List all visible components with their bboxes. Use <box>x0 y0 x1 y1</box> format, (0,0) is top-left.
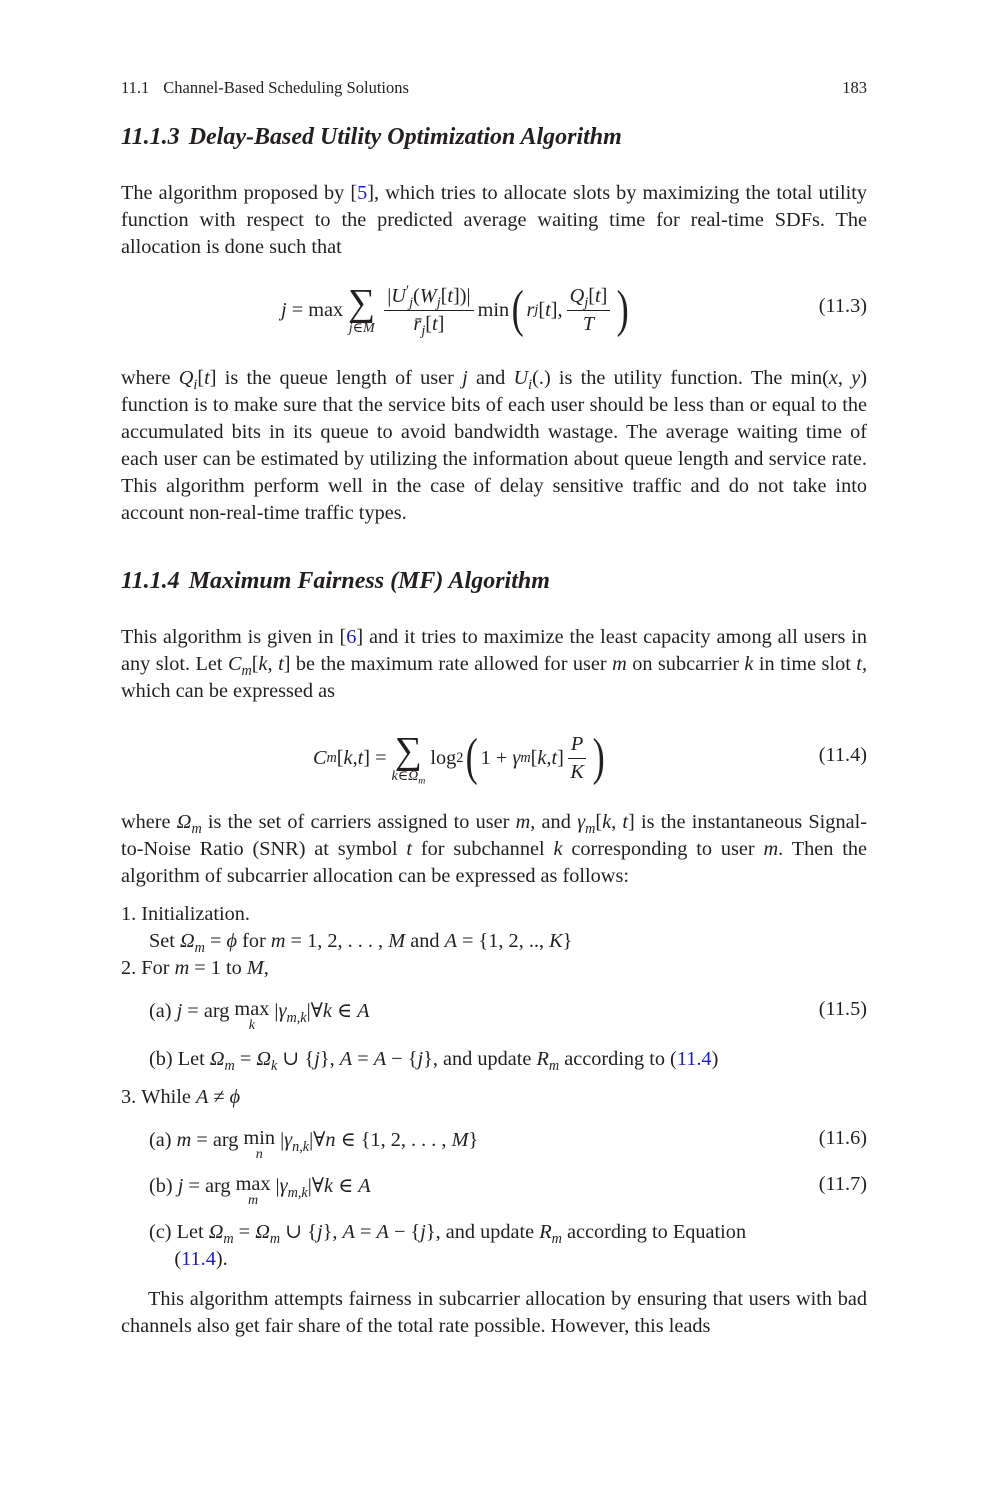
summation-symbol: ∑ k∈Ωm <box>391 729 426 786</box>
summation-symbol: ∑ j∈M <box>348 281 376 336</box>
paragraph-delay-explanation: where Qi[t] is the queue length of user … <box>121 367 867 524</box>
equation-link-11-4[interactable]: 11.4 <box>677 1048 712 1070</box>
page-number: 183 <box>842 78 867 97</box>
section-heading-11-1-4: 11.1.4 Maximum Fairness (MF) Algorithm <box>121 568 550 594</box>
step-3a: (a) m = arg min n |γn,k|∀n ∈ {1, 2, . . .… <box>149 1127 867 1162</box>
paragraph-delay-intro: The algorithm proposed by [5], which tri… <box>121 182 867 258</box>
equation-11-4: Cm[k, t] = ∑ k∈Ωm log 2 ( 1 + γ m[k, t] PK … <box>121 722 867 794</box>
step-3: 3. While A ≠ ϕ <box>121 1086 241 1108</box>
step-3c: (c) Let Ωm = Ωm ∪ {j}, A = A − {j}, and … <box>149 1221 747 1270</box>
running-head-section: 11.1 Channel-Based Scheduling Solutions <box>121 78 409 97</box>
fraction-utility: |U′j(Wj[t])| r̄j[t] <box>384 284 474 338</box>
equation-number: (11.6) <box>818 1127 867 1149</box>
equation-11-3-body: j = max ∑ j∈M |U′j(Wj[t])| r̄j[t] min ( r… <box>281 281 630 339</box>
step-2: 2. For m = 1 to M, <box>121 957 269 979</box>
running-head: 11.1 Channel-Based Scheduling Solutions 1… <box>121 78 867 98</box>
equation-link-11-4[interactable]: 11.4 <box>181 1248 216 1270</box>
step-2b: (b) Let Ωm = Ωk ∪ {j}, A = A − {j}, and … <box>149 1048 719 1074</box>
citation-link-5[interactable]: 5 <box>357 182 367 204</box>
step-1: 1. Initialization. <box>121 903 250 925</box>
equation-number: (11.3) <box>818 295 867 317</box>
paragraph-mf-intro: This algorithm is given in [6] and it tr… <box>121 626 868 702</box>
equation-number: (11.4) <box>818 744 867 766</box>
equation-number: (11.7) <box>818 1173 867 1195</box>
section-heading-11-1-3: 11.1.3 Delay-Based Utility Optimization A… <box>121 124 622 150</box>
equation-11-4-body: Cm[k, t] = ∑ k∈Ωm log 2 ( 1 + γ m[k, t] PK … <box>313 729 606 786</box>
citation-link-6[interactable]: 6 <box>346 626 356 648</box>
step-3b: (b) j = arg max m |γm,k|∀k ∈ A (11.7) <box>149 1173 867 1208</box>
paragraph-mf-closing: This algorithm attempts fairness in subc… <box>121 1288 867 1337</box>
step-1-set: Set Ωm = ϕ for m = 1, 2, . . . , M and A… <box>149 930 573 956</box>
paragraph-mf-explanation: where Ωm is the set of carriers assigned… <box>121 811 867 887</box>
step-2a: (a) j = arg max k |γm,k|∀k ∈ A (11.5) <box>149 998 867 1033</box>
equation-11-3: j = max ∑ j∈M |U′j(Wj[t])| r̄j[t] min ( r… <box>121 270 867 350</box>
equation-number: (11.5) <box>818 998 867 1020</box>
